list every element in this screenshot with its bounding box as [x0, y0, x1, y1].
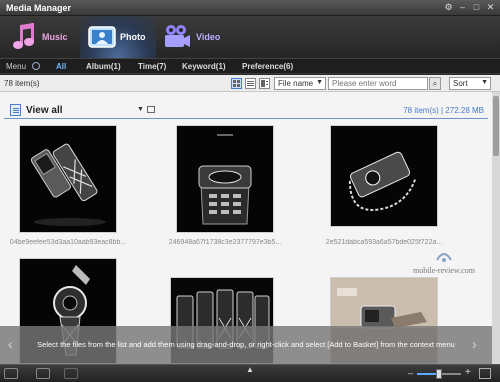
- document-icon: [10, 104, 21, 116]
- media-type-bar: Music Photo Video: [0, 16, 500, 58]
- list-view-button[interactable]: [245, 78, 256, 89]
- thumbnail-caption: 246948a67f1738c3e2377797e3b5...: [168, 239, 282, 246]
- view-header: View all ▼ 78 item(s) | 272.28 MB: [4, 103, 488, 119]
- help-message: Select the files from the list and add t…: [37, 340, 455, 349]
- filter-keyword[interactable]: Keyword(1): [182, 62, 226, 71]
- sort-value: Sort: [453, 79, 468, 88]
- tab-video[interactable]: Video: [162, 16, 220, 58]
- thumbnail-item[interactable]: [176, 125, 274, 233]
- add-basket-button[interactable]: [64, 368, 78, 379]
- status-bar: ▲ – +: [0, 364, 500, 382]
- view-title: View all: [26, 105, 63, 116]
- filter-all[interactable]: All: [56, 62, 66, 71]
- chevron-down-icon: ▼: [481, 79, 488, 86]
- window-title: Media Manager: [6, 3, 72, 13]
- thumbnail-caption: 04be9eefee53d3aa10aab93eac8bb...: [9, 239, 127, 246]
- search-icon: ⌕: [432, 79, 438, 88]
- close-icon[interactable]: ✕: [485, 2, 496, 13]
- tab-music[interactable]: Music: [12, 16, 68, 58]
- tab-video-label: Video: [196, 32, 221, 42]
- search-button[interactable]: ⌕: [429, 77, 441, 90]
- watermark-logo: [436, 253, 452, 262]
- thumbnail-view-button[interactable]: [231, 78, 242, 89]
- search-field-select[interactable]: File name ▼: [274, 77, 326, 90]
- thumbnail-item[interactable]: [19, 125, 117, 233]
- menu-dropdown-icon[interactable]: [32, 62, 40, 70]
- filter-album[interactable]: Album(1): [86, 62, 121, 71]
- search-field-value: File name: [278, 79, 314, 88]
- filter-bar: Menu All Album(1) Time(7) Keyword(1) Pre…: [0, 58, 500, 74]
- zoom-slider[interactable]: [417, 369, 461, 379]
- minimize-icon[interactable]: –: [457, 2, 468, 13]
- settings-icon[interactable]: ⚙: [443, 2, 454, 13]
- zoom-in-icon[interactable]: +: [465, 367, 471, 378]
- camera-import-button[interactable]: [36, 368, 50, 379]
- toolbar: 78 item(s) File name ▼ ⌕ Sort ▼: [0, 75, 500, 92]
- tab-photo[interactable]: Photo: [80, 16, 156, 58]
- menu-button[interactable]: Menu: [6, 62, 26, 71]
- maximize-icon[interactable]: □: [471, 2, 482, 13]
- expand-panel-icon[interactable]: ▲: [246, 365, 254, 374]
- film-camera-icon: [165, 25, 190, 47]
- watermark: mobile-review.com: [404, 250, 484, 275]
- chevron-down-icon[interactable]: ▼: [137, 106, 144, 113]
- view-stats: 78 item(s) | 272.28 MB: [403, 106, 484, 115]
- previous-arrow-icon[interactable]: ‹: [8, 336, 13, 352]
- item-count: 78 item(s): [4, 79, 40, 88]
- zoom-slider-handle[interactable]: [436, 369, 442, 379]
- window-controls: ⚙ – □ ✕: [443, 2, 496, 13]
- folder-icon[interactable]: [147, 106, 155, 113]
- filter-preference[interactable]: Preference(6): [242, 62, 293, 71]
- help-overlay: Select the files from the list and add t…: [0, 326, 492, 364]
- music-note-icon: [13, 23, 34, 49]
- photo-icon: [88, 26, 116, 48]
- tab-photo-label: Photo: [120, 32, 146, 42]
- chevron-down-icon: ▼: [316, 79, 323, 86]
- next-arrow-icon[interactable]: ›: [472, 336, 477, 352]
- thumbnail-grid: View all ▼ 78 item(s) | 272.28 MB 04be9e…: [0, 92, 492, 364]
- detail-view-button[interactable]: [259, 78, 270, 89]
- watermark-text: mobile-review.com: [413, 266, 475, 275]
- tab-music-label: Music: [42, 32, 68, 42]
- scrollbar-thumb[interactable]: [493, 96, 499, 156]
- thumbnail-caption: 2e521dabca593a6a57bde025f722a...: [325, 239, 443, 246]
- search-input[interactable]: [328, 77, 428, 90]
- title-bar: Media Manager ⚙ – □ ✕: [0, 0, 500, 16]
- slideshow-button[interactable]: [4, 368, 18, 379]
- filter-time[interactable]: Time(7): [138, 62, 166, 71]
- thumbnail-item[interactable]: [330, 125, 438, 227]
- sort-select[interactable]: Sort ▼: [449, 77, 491, 90]
- zoom-out-icon[interactable]: –: [408, 368, 413, 378]
- vertical-scrollbar[interactable]: [492, 92, 500, 364]
- fit-to-window-button[interactable]: [479, 368, 491, 379]
